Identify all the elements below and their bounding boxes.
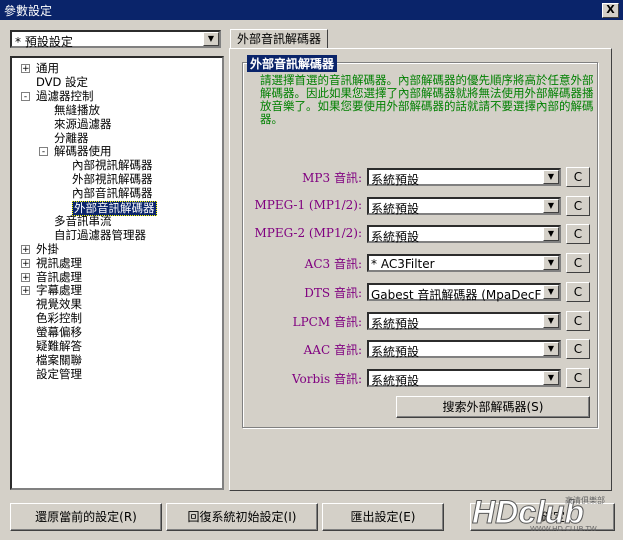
decoder-select[interactable]: 系統預設 ▼ [367,168,561,187]
tree-expander-icon[interactable]: + [21,258,30,268]
tree-item[interactable]: 來源過濾器 [54,117,112,131]
tree-expander-icon[interactable]: + [21,244,30,254]
tree-item[interactable]: 螢幕偏移 [36,326,82,339]
decoder-config-button[interactable]: C [566,224,590,245]
watermark-logo: HDclub 高清俱樂部 WWW.HD.CLUB.TW [470,493,620,534]
tree-item[interactable]: DVD 設定 [36,75,88,89]
decoder-select[interactable]: 系統預設 ▼ [367,225,561,245]
title-bar: 參數設定 X [0,0,623,20]
decoder-value: 系統預設 [371,201,420,216]
decoder-value: 系統預設 [371,316,420,331]
tree-item[interactable]: 音訊處理 [36,270,82,284]
decoder-label: MPEG-1 (MP1/2): [254,197,362,212]
restore-settings-button[interactable]: 還原當前的設定(R) [10,503,162,531]
tree-item[interactable]: 通用 [36,62,59,75]
chevron-down-icon[interactable]: ▼ [543,342,559,357]
tree-expander-icon[interactable]: + [21,272,30,282]
tree-item[interactable]: 內部音訊解碼器 [72,187,153,200]
chevron-down-icon[interactable]: ▼ [543,256,559,271]
decoder-select[interactable]: Gabest 音訊解碼器 (MpaDecFilter.a▼ [367,282,561,302]
tree-item[interactable]: 多音訊串流 [54,214,112,228]
settings-tree[interactable]: + 通用 DVD 設定 - 過濾器控制 無縫播放 來源過濾器 分離器 - 解碼器使用 內部視訊解碼器… [10,56,224,490]
tree-expander-icon[interactable]: + [21,286,30,296]
chevron-down-icon[interactable]: ▼ [543,370,559,385]
tree-expander-icon[interactable]: - [21,91,30,101]
decoder-label: Vorbis 音訊: [291,371,362,386]
decoder-config-button[interactable]: C [566,281,590,302]
tree-item[interactable]: 分離器 [54,131,89,145]
chevron-down-icon[interactable]: ▼ [543,170,559,184]
decoder-label: DTS 音訊: [304,285,362,300]
tree-expander-icon[interactable]: + [21,64,30,74]
tree-item[interactable]: 外掛 [36,242,59,256]
decoder-config-button[interactable]: C [566,253,590,274]
decoder-value: * AC3Filter [371,257,435,272]
hdclub-logo-icon: HDclub 高清俱樂部 WWW.HD.CLUB.TW [472,494,606,534]
decoder-select[interactable]: 系統預設 ▼ [367,311,561,331]
search-decoders-button[interactable]: 搜索外部解碼器(S) [396,396,590,418]
decoder-label: LPCM 音訊: [292,314,362,329]
decoder-value: 系統預設 [371,373,420,388]
description-text: 請選擇首選的音訊解碼器。內部解碼器的優先順序將高於任意外部解碼器。因此如果您選擇… [260,73,594,126]
reset-settings-button[interactable]: 回復系統初始設定(I) [166,503,318,531]
decoder-value: 系統預設 [371,173,420,187]
decoder-select[interactable]: 系統預設 ▼ [367,340,561,360]
chevron-down-icon[interactable]: ▼ [543,313,559,328]
preset-value: * 預設設定 [15,35,73,49]
window-title: 參數設定 [4,4,53,18]
tree-item[interactable]: 疑難解答 [36,340,82,353]
chevron-down-icon[interactable]: ▼ [543,284,559,299]
tree-item[interactable]: 檔案關聯 [36,353,82,367]
decoder-select[interactable]: 系統預設 ▼ [367,368,561,388]
decoder-value: Gabest 音訊解碼器 (MpaDecFilter.a [371,287,541,302]
chevron-down-icon[interactable]: ▼ [543,198,559,213]
group-title: 外部音訊解碼器 [247,55,338,72]
chevron-down-icon[interactable]: ▼ [543,227,559,242]
decoder-label: MPEG-2 (MP1/2): [254,226,362,241]
decoder-config-button[interactable]: C [566,195,590,216]
tree-item[interactable]: 外部視訊解碼器 [72,173,153,186]
tree-item[interactable]: 設定管理 [36,367,82,381]
decoder-select[interactable]: 系統預設 ▼ [367,196,561,216]
decoder-select[interactable]: * AC3Filter ▼ [367,254,561,273]
tree-item[interactable]: 自訂過濾器管理器 [54,228,146,242]
tree-item[interactable]: 過濾器控制 [36,89,94,103]
watermark-sub: WWW.HD.CLUB.TW [530,525,597,533]
watermark-tag: 高清俱樂部 [565,495,605,505]
tree-item[interactable]: 色彩控制 [36,312,82,325]
decoder-label: AC3 音訊: [304,257,362,272]
tree-item[interactable]: 字幕處理 [36,284,82,297]
decoder-config-button[interactable]: C [566,339,590,360]
decoder-config-button[interactable]: C [566,367,590,388]
decoder-value: 系統預設 [371,230,420,245]
decoder-value: 系統預設 [371,345,420,360]
decoder-config-button[interactable]: C [566,167,590,187]
tree-item[interactable]: 視訊處理 [36,256,82,270]
tab-external-audio-decoder[interactable]: 外部音訊解碼器 [230,29,328,49]
preset-select[interactable]: * 預設設定 ▼ [10,30,221,49]
decoder-config-button[interactable]: C [566,310,590,331]
chevron-down-icon[interactable]: ▼ [203,32,219,46]
close-button[interactable]: X [602,3,619,18]
decoder-label: AAC 音訊: [303,343,362,358]
tree-item[interactable]: 內部視訊解碼器 [72,159,153,172]
tree-item[interactable]: 視覺效果 [36,298,82,311]
tree-expander-icon[interactable]: - [39,147,48,157]
tree-item[interactable]: 無縫播放 [54,103,100,117]
tree-item[interactable]: 解碼器使用 [54,145,112,158]
decoder-label: MP3 音訊: [302,171,362,185]
export-settings-button[interactable]: 匯出設定(E) [322,503,444,531]
